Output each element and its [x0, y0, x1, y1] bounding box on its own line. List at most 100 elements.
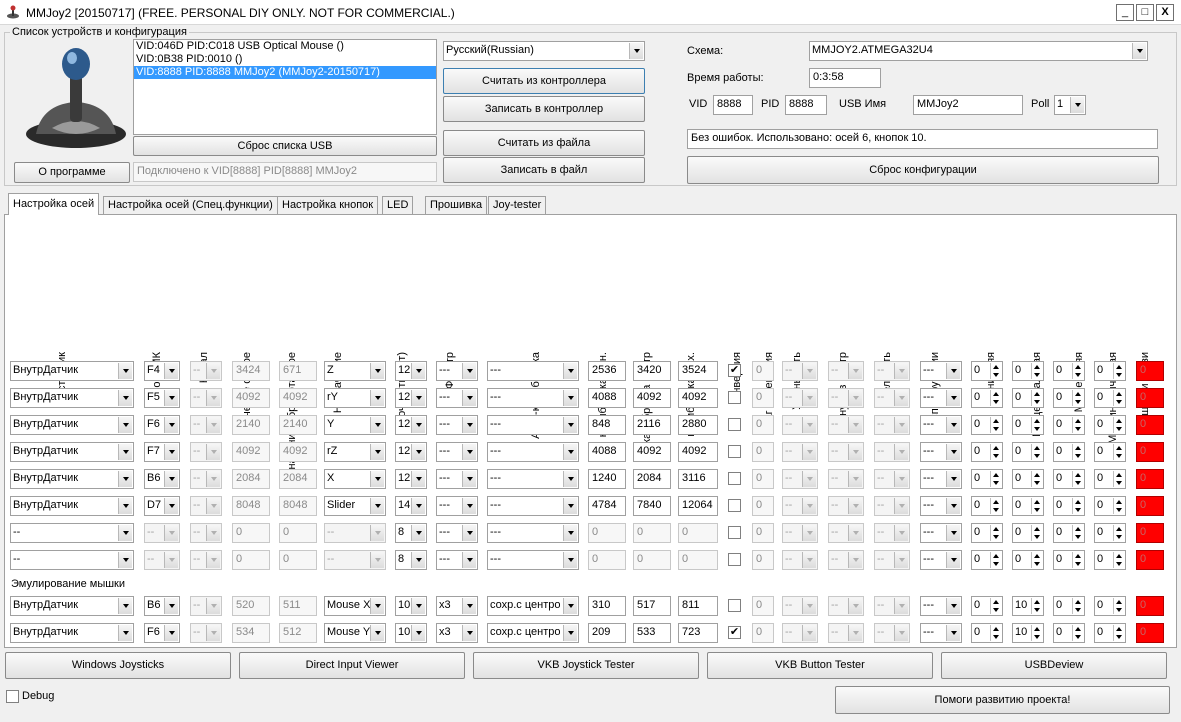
device-item[interactable]: VID:0B38 PID:0010 () [134, 53, 436, 66]
calibration-max-input[interactable]: 723 [678, 623, 718, 643]
calibration-max-input[interactable]: 3524 [678, 361, 718, 381]
special-function-select[interactable]: --- [920, 442, 962, 462]
filter-select[interactable]: x3 [436, 623, 478, 643]
autocalibration-select[interactable]: --- [487, 415, 579, 435]
filter-select[interactable]: --- [436, 496, 478, 516]
filter-select[interactable]: --- [436, 415, 478, 435]
deadzone-low-spinner[interactable]: 0 [971, 442, 1003, 462]
calibration-min-input[interactable]: 848 [588, 415, 626, 435]
device-list[interactable]: VID:046D PID:C018 USB Optical Mouse () V… [133, 39, 437, 135]
special-function-select[interactable]: --- [920, 496, 962, 516]
write-controller-button[interactable]: Записать в контроллер [443, 96, 645, 122]
precision-select[interactable]: 8 [395, 523, 427, 543]
calibration-center-input[interactable]: 7840 [633, 496, 671, 516]
deadzone-high-spinner[interactable]: 0 [1053, 496, 1085, 516]
autocalibration-select[interactable]: --- [487, 388, 579, 408]
autocalibration-select[interactable]: --- [487, 523, 579, 543]
source-select[interactable]: ВнутрДатчик [10, 388, 134, 408]
special-function-select[interactable]: --- [920, 361, 962, 381]
maximize-button[interactable]: □ [1136, 4, 1154, 21]
precision-select[interactable]: 12 [395, 415, 427, 435]
deadzone-center-spinner[interactable]: 0 [1012, 469, 1044, 489]
calibration-min-input[interactable]: 4088 [588, 388, 626, 408]
source-select[interactable]: ВнутрДатчик [10, 596, 134, 616]
deadzone-dynamic-spinner[interactable]: 0 [1094, 442, 1126, 462]
tab-joy-tester[interactable]: Joy-tester [488, 196, 547, 214]
reset-config-button[interactable]: Сброс конфигурации [687, 156, 1159, 184]
deadzone-dynamic-spinner[interactable]: 0 [1094, 361, 1126, 381]
deadzone-high-spinner[interactable]: 0 [1053, 469, 1085, 489]
poll-select[interactable]: 1 [1054, 95, 1086, 115]
windows-joysticks-button[interactable]: Windows Joysticks [5, 652, 231, 679]
read-controller-button[interactable]: Считать из контроллера [443, 68, 645, 94]
deadzone-dynamic-spinner[interactable]: 0 [1094, 550, 1126, 570]
calibration-center-input[interactable]: 2084 [633, 469, 671, 489]
debug-checkbox[interactable] [6, 690, 19, 703]
invert-checkbox[interactable] [728, 472, 741, 485]
source-select[interactable]: ВнутрДатчик [10, 623, 134, 643]
precision-select[interactable]: 14 [395, 496, 427, 516]
calibration-center-input[interactable]: 4092 [633, 388, 671, 408]
assignment-select[interactable]: Mouse X [324, 596, 386, 616]
deadzone-high-spinner[interactable]: 0 [1053, 415, 1085, 435]
read-file-button[interactable]: Считать из файла [443, 130, 645, 156]
calibration-max-input[interactable]: 4092 [678, 442, 718, 462]
deadzone-high-spinner[interactable]: 0 [1053, 442, 1085, 462]
calibration-max-input[interactable]: 0 [678, 550, 718, 570]
precision-select[interactable]: 8 [395, 550, 427, 570]
source-select[interactable]: ВнутрДатчик [10, 469, 134, 489]
tab-led[interactable]: LED [382, 196, 414, 214]
autocalibration-select[interactable]: --- [487, 442, 579, 462]
special-function-select[interactable]: --- [920, 623, 962, 643]
deadzone-low-spinner[interactable]: 0 [971, 623, 1003, 643]
deadzone-high-spinner[interactable]: 0 [1053, 596, 1085, 616]
deadzone-high-spinner[interactable]: 0 [1053, 550, 1085, 570]
close-button[interactable]: X [1156, 4, 1174, 21]
special-function-select[interactable]: --- [920, 388, 962, 408]
port-select[interactable]: B6 [144, 469, 180, 489]
port-select[interactable]: D7 [144, 496, 180, 516]
vid-input[interactable]: 8888 [713, 95, 753, 115]
calibration-center-input[interactable]: 0 [633, 550, 671, 570]
special-function-select[interactable]: --- [920, 550, 962, 570]
source-select[interactable]: ВнутрДатчик [10, 415, 134, 435]
deadzone-low-spinner[interactable]: 0 [971, 388, 1003, 408]
calibration-center-input[interactable]: 2116 [633, 415, 671, 435]
autocalibration-select[interactable]: --- [487, 550, 579, 570]
scheme-select[interactable]: MMJOY2.ATMEGA32U4 [809, 41, 1148, 61]
calibration-max-input[interactable]: 0 [678, 523, 718, 543]
vkb-button-tester-button[interactable]: VKB Button Tester [707, 652, 933, 679]
deadzone-dynamic-spinner[interactable]: 0 [1094, 388, 1126, 408]
assignment-select[interactable]: Mouse Y [324, 623, 386, 643]
port-select[interactable]: -- [144, 523, 180, 543]
filter-select[interactable]: --- [436, 469, 478, 489]
deadzone-center-spinner[interactable]: 0 [1012, 361, 1044, 381]
calibration-center-input[interactable]: 517 [633, 596, 671, 616]
assignment-select[interactable]: -- [324, 550, 386, 570]
special-function-select[interactable]: --- [920, 469, 962, 489]
source-select[interactable]: ВнутрДатчик [10, 361, 134, 381]
calibration-max-input[interactable]: 4092 [678, 388, 718, 408]
autocalibration-select[interactable]: --- [487, 469, 579, 489]
precision-select[interactable]: 12 [395, 442, 427, 462]
reset-usb-list-button[interactable]: Сброс списка USB [133, 136, 437, 156]
filter-select[interactable]: --- [436, 388, 478, 408]
source-select[interactable]: ВнутрДатчик [10, 496, 134, 516]
about-button[interactable]: О программе [14, 162, 130, 183]
calibration-min-input[interactable]: 2536 [588, 361, 626, 381]
calibration-min-input[interactable]: 4088 [588, 442, 626, 462]
usbdeview-button[interactable]: USBDeview [941, 652, 1167, 679]
deadzone-center-spinner[interactable]: 0 [1012, 442, 1044, 462]
deadzone-high-spinner[interactable]: 0 [1053, 623, 1085, 643]
invert-checkbox[interactable] [728, 445, 741, 458]
device-item-selected[interactable]: VID:8888 PID:8888 MMJoy2 (MMJoy2-2015071… [134, 66, 436, 79]
source-select[interactable]: -- [10, 550, 134, 570]
deadzone-low-spinner[interactable]: 0 [971, 523, 1003, 543]
deadzone-center-spinner[interactable]: 0 [1012, 523, 1044, 543]
port-select[interactable]: F4 [144, 361, 180, 381]
vkb-joystick-tester-button[interactable]: VKB Joystick Tester [473, 652, 699, 679]
invert-checkbox[interactable]: ✔ [728, 364, 741, 377]
minimize-button[interactable]: _ [1116, 4, 1134, 21]
calibration-min-input[interactable]: 1240 [588, 469, 626, 489]
calibration-center-input[interactable]: 0 [633, 523, 671, 543]
